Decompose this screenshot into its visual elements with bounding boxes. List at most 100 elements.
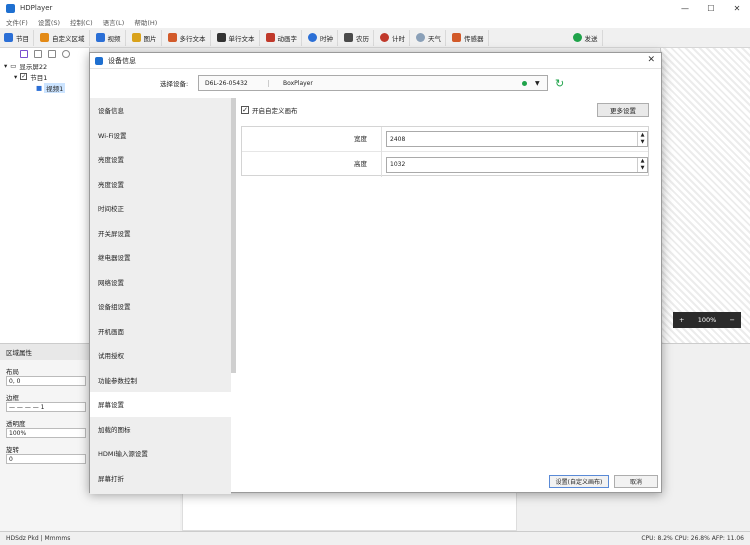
device-dropdown[interactable]: D6L-26-05432 BoxPlayer ▼ <box>198 75 548 91</box>
refresh-icon[interactable]: ↻ <box>555 78 567 90</box>
nav-item-network[interactable]: 网络设置 <box>90 270 231 295</box>
dialog-close-button[interactable]: ✕ <box>647 55 655 65</box>
main-toolbar: 节目 自定义区域 视频 图片 多行文本 单行文本 动画字 时钟 农历 计时 天气… <box>0 28 750 48</box>
zoom-in-button[interactable]: + <box>679 316 684 324</box>
toolbar-picture-button[interactable]: 图片 <box>128 29 162 46</box>
toolbar-multiline-text-button[interactable]: 多行文本 <box>164 29 211 46</box>
program-icon <box>4 33 13 42</box>
copy-icon[interactable] <box>34 50 42 58</box>
device-info-dialog: 设备信息 ✕ 选择设备: D6L-26-05432 BoxPlayer ▼ ↻ … <box>89 52 663 494</box>
status-right: CPU: 8.2% CPU: 26.8% AFP: 11.06 <box>641 535 744 542</box>
width-value[interactable]: 2408 <box>387 136 637 143</box>
nav-item-wifi[interactable]: Wi-Fi设置 <box>90 123 231 148</box>
multiline-text-icon <box>167 33 177 42</box>
width-stepper[interactable]: 2408 ▲ ▼ <box>386 131 648 147</box>
layout-field[interactable]: 0, 0 <box>6 376 86 386</box>
toolbar-custom-area-button[interactable]: 自定义区域 <box>36 29 90 46</box>
menu-help[interactable]: 帮助(H) <box>134 17 157 27</box>
program-checkbox[interactable]: ✓ <box>20 73 28 80</box>
nav-item-device-group[interactable]: 设备组设置 <box>90 294 231 319</box>
nav-item-time[interactable]: 时间校正 <box>90 196 231 221</box>
step-up-icon[interactable]: ▲ <box>638 158 647 165</box>
sensor-icon <box>452 33 461 42</box>
delete-icon[interactable] <box>62 50 70 58</box>
height-stepper[interactable]: 1032 ▲ ▼ <box>386 156 648 173</box>
tree-program-node[interactable]: ▾ ✓ 节目1 <box>0 71 89 82</box>
zoom-out-button[interactable]: − <box>730 316 735 324</box>
collapse-icon[interactable]: ▾ <box>4 62 7 70</box>
tree-video-node[interactable]: ■ 视频1 <box>0 82 89 93</box>
toolbar-sensor-button[interactable]: 传感器 <box>448 29 489 46</box>
toolbar-send-button[interactable]: 发送 <box>569 29 603 46</box>
zoom-bar: + 100% − <box>673 312 741 328</box>
tree-video-label: 视频1 <box>44 82 66 93</box>
cancel-button[interactable]: 取消 <box>614 475 658 488</box>
timer-icon <box>380 33 389 42</box>
border-field[interactable]: — — — — 1 <box>6 402 86 412</box>
nav-item-hdmi-input[interactable]: HDMI输入源设置 <box>90 441 231 466</box>
lunar-icon <box>344 33 353 42</box>
screen-icon: ▭ <box>10 61 17 70</box>
nav-item-screen-switch[interactable]: 开关屏设置 <box>90 221 231 246</box>
status-left: HDSdz Pkd | Mmmms <box>6 535 71 542</box>
custom-canvas-toggle[interactable]: ✓ 开启自定义画布 <box>241 105 298 115</box>
toolbar-lunar-button[interactable]: 农历 <box>340 29 374 46</box>
nav-item-relay[interactable]: 继电器设置 <box>90 245 231 270</box>
maximize-button[interactable]: ☐ <box>698 0 724 16</box>
width-stepper-arrows[interactable]: ▲ ▼ <box>637 132 647 146</box>
step-up-icon[interactable]: ▲ <box>638 132 647 139</box>
minimize-button[interactable]: — <box>672 0 698 16</box>
paste-icon[interactable] <box>48 50 56 58</box>
status-bar: HDSdz Pkd | Mmmms CPU: 8.2% CPU: 26.8% A… <box>0 531 750 545</box>
app-logo-icon <box>6 3 15 13</box>
add-program-icon[interactable] <box>20 50 28 58</box>
nav-item-screen-fold[interactable]: 屏幕打折 <box>90 466 231 491</box>
rotate-field[interactable]: 0 <box>6 454 86 464</box>
toolbar-program-button[interactable]: 节目 <box>0 29 34 46</box>
singleline-text-icon <box>216 33 226 42</box>
toolbar-singleline-text-button[interactable]: 单行文本 <box>213 29 260 46</box>
menu-control[interactable]: 控制(C) <box>70 17 93 27</box>
animated-text-icon <box>265 33 275 42</box>
device-select-label: 选择设备: <box>160 80 189 88</box>
app-title: HDPlayer <box>20 4 53 12</box>
preview-canvas[interactable] <box>660 48 750 343</box>
settings-nav: 设备信息 Wi-Fi设置 亮度设置 亮度设置 时间校正 开关屏设置 继电器设置 … <box>90 98 231 494</box>
nav-item-device-info[interactable]: 设备信息 <box>90 98 231 123</box>
toolbar-animated-text-button[interactable]: 动画字 <box>262 29 302 46</box>
device-select-row: 选择设备: D6L-26-05432 BoxPlayer ▼ ↻ <box>90 71 663 95</box>
nav-item-boot-screen[interactable]: 开机画面 <box>90 319 231 344</box>
menu-file[interactable]: 文件(F) <box>6 17 28 27</box>
apply-custom-canvas-button[interactable]: 设置(自定义画布) <box>549 475 609 488</box>
menu-settings[interactable]: 设置(S) <box>38 17 60 27</box>
online-status-icon <box>522 80 527 86</box>
step-down-icon[interactable]: ▼ <box>638 165 647 172</box>
nav-item-brightness-2[interactable]: 亮度设置 <box>90 172 231 197</box>
nav-item-loaded-icons[interactable]: 加载的图标 <box>90 417 231 442</box>
nav-scrollbar[interactable] <box>231 98 236 373</box>
toolbar-weather-button[interactable]: 天气 <box>412 29 446 46</box>
menu-language[interactable]: 语言(L) <box>103 17 125 27</box>
nav-item-screen-settings[interactable]: 屏幕设置 <box>90 392 231 417</box>
height-row: 高度 1032 ▲ ▼ <box>242 152 648 177</box>
width-row: 宽度 2408 ▲ ▼ <box>242 126 648 152</box>
nav-item-trial-license[interactable]: 试用授权 <box>90 343 231 368</box>
step-down-icon[interactable]: ▼ <box>638 139 647 146</box>
opacity-field[interactable]: 100% <box>6 428 86 438</box>
custom-canvas-checkbox[interactable]: ✓ <box>241 106 249 114</box>
clock-icon <box>308 33 317 42</box>
app-titlebar: HDPlayer — ☐ ✕ <box>0 0 750 16</box>
toolbar-timer-button[interactable]: 计时 <box>376 29 410 46</box>
height-value[interactable]: 1032 <box>387 161 637 168</box>
more-settings-button[interactable]: 更多设置 <box>597 103 649 117</box>
toolbar-video-button[interactable]: 视频 <box>92 29 126 46</box>
close-window-button[interactable]: ✕ <box>724 0 750 16</box>
nav-item-function-params[interactable]: 功能参数控制 <box>90 368 231 393</box>
dialog-titlebar: 设备信息 <box>90 53 661 69</box>
collapse-icon[interactable]: ▾ <box>14 73 17 81</box>
tree-screen-node[interactable]: ▾ ▭ 显示屏22 <box>0 60 89 71</box>
nav-item-brightness[interactable]: 亮度设置 <box>90 147 231 172</box>
toolbar-clock-button[interactable]: 时钟 <box>304 29 338 46</box>
height-stepper-arrows[interactable]: ▲ ▼ <box>637 157 647 172</box>
chevron-down-icon[interactable]: ▼ <box>535 80 543 87</box>
